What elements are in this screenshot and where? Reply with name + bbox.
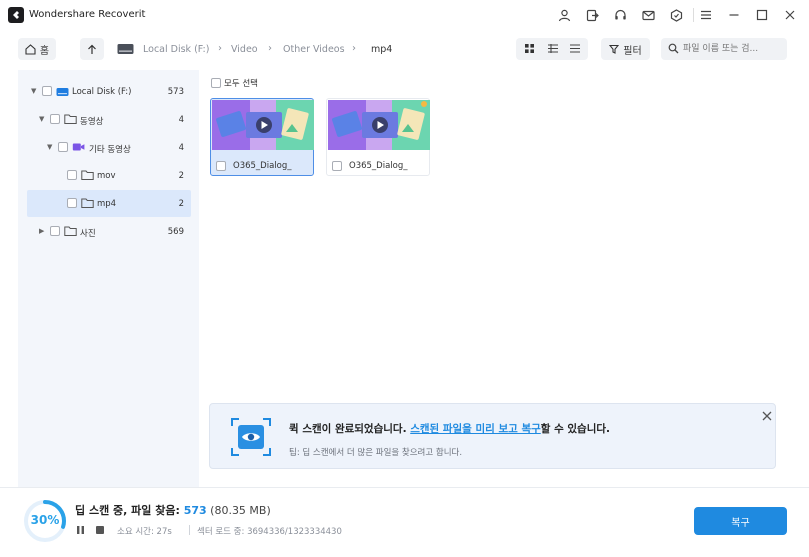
maximize-icon[interactable] [755,8,769,22]
tree-item-count: 4 [178,143,184,153]
tree-item-local-disk[interactable]: ▼ Local Disk (F:) 573 [18,78,199,105]
search-icon [668,43,679,54]
menu-icon[interactable] [699,8,713,22]
folder-icon [81,170,94,180]
title-bar: Wondershare Recoverit [0,0,809,30]
notice-message: 퀵 스캔이 완료되었습니다. 스캔된 파일을 미리 보고 복구할 수 있습니다. [289,421,610,436]
tree-item-count: 2 [178,171,184,181]
recover-button[interactable]: 복구 [694,507,787,535]
account-icon[interactable] [557,8,571,22]
folder-tree-sidebar: ▼ Local Disk (F:) 573 ▼ 동영상 4 ▼ 기타 동영상 4… [18,70,199,487]
file-name: O365_Dialog_ [349,161,408,171]
home-button[interactable]: 홈 [18,38,56,60]
notice-tip: 팁: 딥 스캔에서 더 많은 파일을 찾으려고 합니다. [289,448,463,458]
filter-button[interactable]: 필터 [601,38,650,60]
stop-icon[interactable] [96,526,104,534]
app-title: Wondershare Recoverit [29,9,146,20]
found-size: (80.35 MB) [206,504,271,517]
found-count: 573 [183,504,207,517]
expand-arrow-icon[interactable]: ▼ [39,115,44,123]
video-folder-icon [72,143,85,151]
folder-icon [64,226,77,236]
file-name: O365_Dialog_ [233,161,292,171]
notice-text-before: 퀵 스캔이 완료되었습니다. [289,423,411,435]
preview-eye-icon [231,418,271,456]
tree-item-count: 2 [178,199,184,209]
scan-complete-notice: 퀵 스캔이 완료되었습니다. 스캔된 파일을 미리 보고 복구할 수 있습니다.… [209,403,776,469]
expand-arrow-icon[interactable]: ▼ [47,143,52,151]
preview-recover-link[interactable]: 스캔된 파일을 미리 보고 복구 [410,423,541,435]
tree-checkbox[interactable] [50,226,60,236]
collapse-arrow-icon[interactable]: ▶ [39,227,44,235]
up-directory-button[interactable] [80,38,104,60]
file-checkbox[interactable] [332,161,342,171]
breadcrumb-separator: › [352,43,356,54]
tree-checkbox[interactable] [67,198,77,208]
headset-support-icon[interactable] [613,8,627,22]
scan-label: 딥 스캔 중, 파일 찾음: [75,504,184,517]
folder-icon [64,114,77,124]
video-thumbnail [328,100,430,150]
tree-checkbox[interactable] [50,114,60,124]
tree-item-count: 569 [167,227,184,237]
mail-icon[interactable] [641,8,655,22]
breadcrumb-current: mp4 [371,44,393,55]
minimize-icon[interactable] [727,8,741,22]
file-card[interactable]: O365_Dialog_ [210,98,314,176]
detail-view-icon[interactable] [547,43,559,57]
sign-out-icon[interactable] [585,8,599,22]
search-input[interactable] [683,42,783,56]
filter-icon [609,44,620,54]
tree-item-label: 사진 [80,229,96,239]
select-all-label[interactable]: 모두 선택 [224,77,258,89]
tree-item-count: 573 [167,87,184,97]
close-icon[interactable] [783,8,797,22]
breadcrumb-separator: › [268,43,272,54]
scan-status-bar: 30% 딥 스캔 중, 파일 찾음: 573 (80.35 MB) 소요 시간:… [0,487,809,557]
scan-status-text: 딥 스캔 중, 파일 찾음: 573 (80.35 MB) [75,502,271,518]
arrow-up-icon [88,44,96,54]
list-view-icon[interactable] [569,43,581,57]
folder-icon [81,198,94,208]
filter-label: 필터 [623,45,642,57]
tree-item-videos[interactable]: ▼ 동영상 4 [18,106,199,133]
home-icon [25,43,36,55]
tree-checkbox[interactable] [67,170,77,180]
file-checkbox[interactable] [216,161,226,171]
tree-item-label: mov [97,171,116,181]
breadcrumb-video[interactable]: Video [231,44,258,55]
tree-checkbox[interactable] [58,142,68,152]
breadcrumb-drive[interactable]: Local Disk (F:) [143,44,209,55]
file-card[interactable]: O365_Dialog_ [326,98,430,176]
progress-percent: 30% [30,513,60,527]
hexagon-settings-icon[interactable] [669,8,683,22]
drive-icon [56,88,69,96]
view-mode-group [516,38,588,60]
video-thumbnail [212,100,314,150]
breadcrumb-other-videos[interactable]: Other Videos [283,44,345,55]
tree-checkbox[interactable] [42,86,52,96]
tree-item-mp4[interactable]: mp4 2 [27,190,191,217]
app-logo-icon [8,7,24,23]
elapsed-time: 소요 시간: 27s [117,527,172,537]
close-notice-icon[interactable] [760,409,774,423]
tree-item-label: mp4 [97,199,117,209]
select-all-checkbox[interactable] [211,78,221,88]
grid-view-icon[interactable] [524,43,535,57]
breadcrumb-separator: › [218,43,222,54]
tree-item-label: 동영상 [80,117,104,127]
home-label: 홈 [39,45,50,57]
tree-item-count: 4 [178,115,184,125]
search-box[interactable] [661,38,787,60]
expand-arrow-icon[interactable]: ▼ [31,87,36,95]
sector-progress: 섹터 로드 중: 3694336/1323334430 [197,527,342,537]
notice-text-after: 할 수 있습니다. [540,423,611,435]
tree-item-photos[interactable]: ▶ 사진 569 [18,218,199,245]
drive-icon [117,44,134,54]
pause-icon[interactable] [76,525,85,535]
tree-item-mov[interactable]: mov 2 [18,162,199,189]
tree-item-label: 기타 동영상 [89,145,131,155]
tree-item-label: Local Disk (F:) [72,87,132,97]
tree-item-other-videos[interactable]: ▼ 기타 동영상 4 [18,134,199,161]
